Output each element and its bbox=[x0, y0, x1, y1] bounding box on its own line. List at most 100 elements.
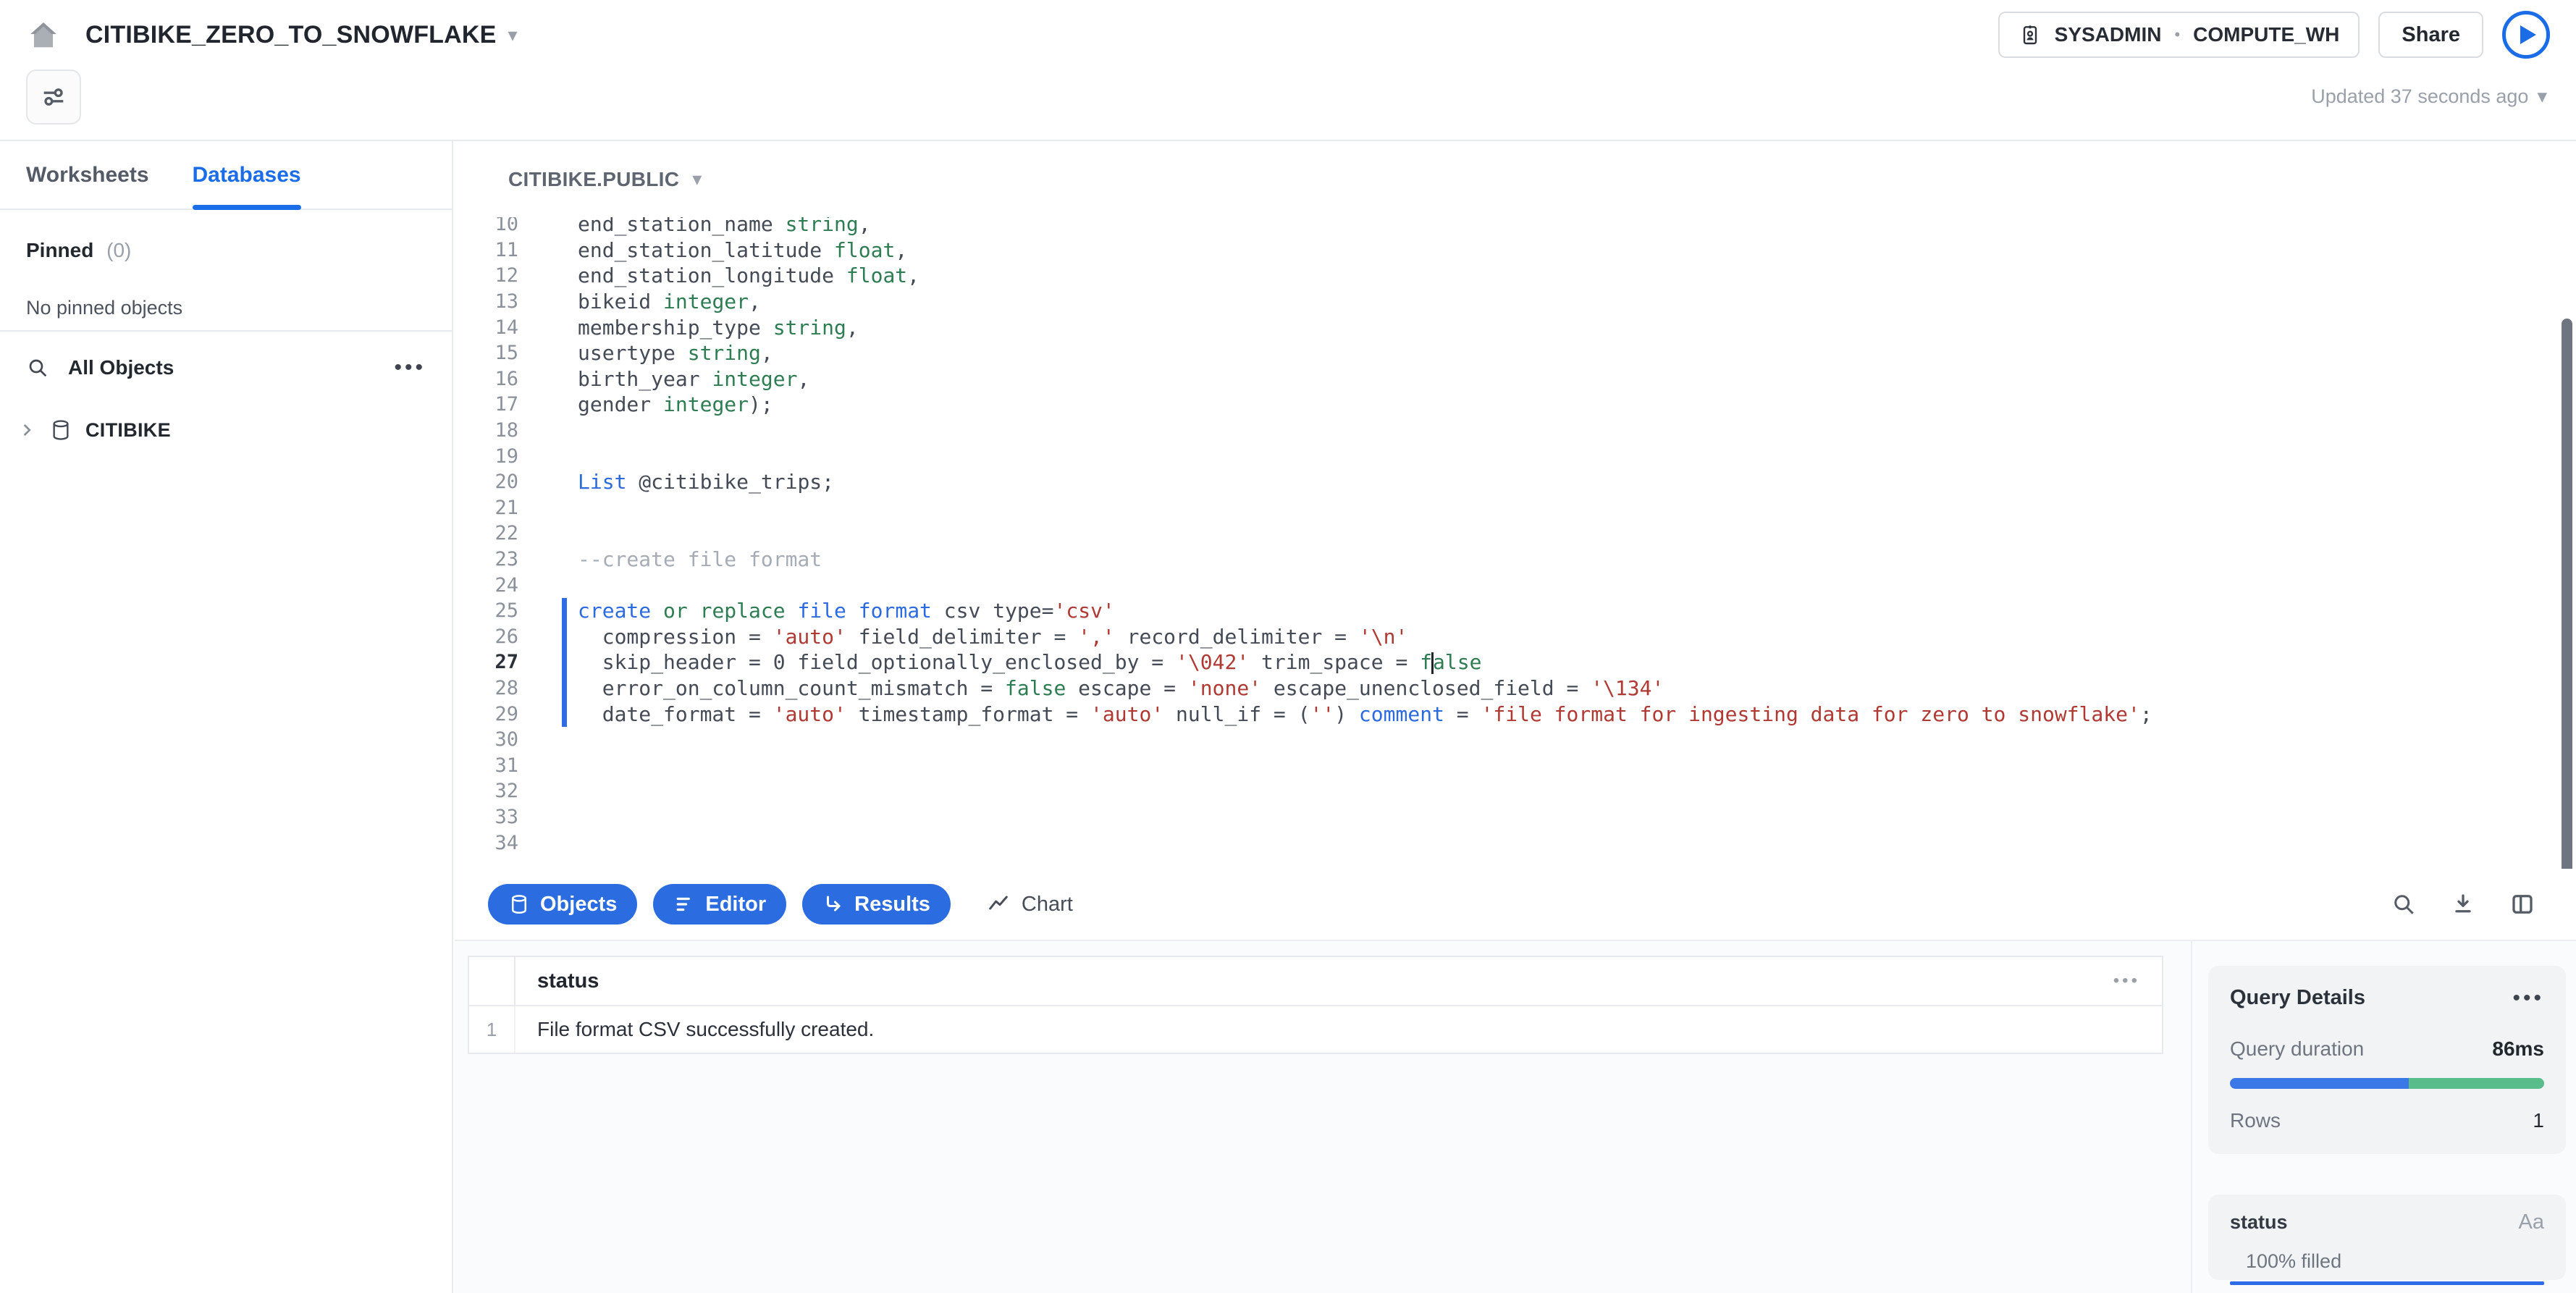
query-details-menu-icon[interactable]: ••• bbox=[2512, 995, 2544, 1002]
code-line[interactable]: 25create or replace file format csv type… bbox=[455, 598, 2576, 624]
pinned-label: Pinned bbox=[26, 239, 93, 261]
code-line[interactable]: 19 bbox=[455, 443, 2576, 469]
code-text: error_on_column_count_mismatch = false e… bbox=[578, 676, 1664, 700]
code-line[interactable]: 14membership_type string, bbox=[455, 314, 2576, 340]
code-text: end_station_latitude float, bbox=[578, 238, 907, 262]
duration-bar-blue bbox=[2230, 1078, 2409, 1089]
all-objects-menu-icon[interactable]: ••• bbox=[394, 364, 426, 371]
objects-button[interactable]: Objects bbox=[488, 884, 637, 925]
code-lines: 10end_station_name string,11 end_station_… bbox=[455, 217, 2576, 856]
code-line[interactable]: 31 bbox=[455, 752, 2576, 778]
share-button[interactable]: Share bbox=[2378, 12, 2483, 58]
sidebar: Worksheets Databases Pinned (0) No pinne… bbox=[0, 141, 453, 1293]
code-line[interactable]: 20List @citibike_trips; bbox=[455, 469, 2576, 495]
tab-databases[interactable]: Databases bbox=[193, 141, 301, 209]
editor-button[interactable]: Editor bbox=[653, 884, 786, 925]
code-line[interactable]: 13bikeid integer, bbox=[455, 289, 2576, 315]
role-label: SYSADMIN bbox=[2055, 23, 2162, 46]
worksheet-title: CITIBIKE_ZERO_TO_SNOWFLAKE bbox=[85, 21, 497, 49]
download-icon[interactable] bbox=[2450, 891, 2476, 917]
code-text: create or replace file format csv type='… bbox=[578, 599, 1115, 623]
chart-tab[interactable]: Chart bbox=[987, 893, 1073, 917]
tab-worksheets[interactable]: Worksheets bbox=[26, 141, 149, 209]
code-line[interactable]: 33 bbox=[455, 804, 2576, 830]
database-icon bbox=[49, 418, 72, 442]
search-results-icon[interactable] bbox=[2391, 891, 2417, 917]
code-line[interactable]: 16birth_year integer, bbox=[455, 366, 2576, 392]
updated-status[interactable]: Updated 37 seconds ago ▾ bbox=[2311, 85, 2547, 108]
code-text: end_station_longitude float, bbox=[578, 264, 919, 287]
code-line[interactable]: 29 date_format = 'auto' timestamp_format… bbox=[455, 701, 2576, 727]
all-objects-label: All Objects bbox=[68, 356, 174, 379]
code-line[interactable]: 22 bbox=[455, 521, 2576, 547]
results-button[interactable]: Results bbox=[802, 884, 951, 925]
home-button[interactable] bbox=[26, 17, 61, 52]
code-line[interactable]: 30 bbox=[455, 727, 2576, 753]
line-number: 29 bbox=[455, 703, 518, 725]
code-line[interactable]: 23--create file format bbox=[455, 547, 2576, 573]
code-line[interactable]: 27 skip_header = 0 field_optionally_encl… bbox=[455, 649, 2576, 675]
rows-value: 1 bbox=[2533, 1109, 2544, 1132]
split-pane-icon[interactable] bbox=[2509, 891, 2535, 917]
line-number: 34 bbox=[455, 832, 518, 854]
code-text: List @citibike_trips; bbox=[578, 470, 834, 494]
database-schema-selector[interactable]: CITIBIKE.PUBLIC ▾ bbox=[508, 168, 702, 191]
table-row[interactable]: 1 File format CSV successfully created. bbox=[469, 1006, 2162, 1053]
pinned-count: (0) bbox=[106, 239, 131, 261]
line-number: 28 bbox=[455, 677, 518, 699]
code-line[interactable]: 17gender integer); bbox=[455, 392, 2576, 418]
search-icon bbox=[26, 356, 49, 379]
line-number: 23 bbox=[455, 548, 518, 570]
fill-percentage-text: 100% filled bbox=[2230, 1250, 2544, 1273]
column-menu-icon[interactable]: ••• bbox=[2113, 977, 2140, 985]
code-line[interactable]: 24 bbox=[455, 572, 2576, 598]
results-area: status ••• 1 File format CSV successfull… bbox=[455, 941, 2191, 1293]
top-bar: CITIBIKE_ZERO_TO_SNOWFLAKE ▾ SYSADMIN • … bbox=[0, 0, 2576, 141]
filters-button[interactable] bbox=[26, 70, 81, 125]
line-number: 19 bbox=[455, 445, 518, 468]
query-details-title: Query Details bbox=[2230, 986, 2365, 1010]
chevron-right-icon bbox=[17, 421, 36, 439]
code-line[interactable]: 26 compression = 'auto' field_delimiter … bbox=[455, 624, 2576, 650]
sidebar-item-citibike-db[interactable]: CITIBIKE bbox=[0, 408, 452, 452]
results-toolbar: Objects Editor Results Chart bbox=[455, 869, 2576, 940]
context-separator: • bbox=[2174, 25, 2180, 44]
results-arrow-icon bbox=[822, 893, 844, 915]
line-number: 12 bbox=[455, 264, 518, 287]
results-table-header: status ••• bbox=[469, 957, 2162, 1006]
line-number: 32 bbox=[455, 780, 518, 802]
run-button[interactable] bbox=[2502, 11, 2550, 59]
query-details-panel: Query Details ••• Query duration 86ms Ro… bbox=[2191, 941, 2576, 1293]
code-line[interactable]: 12 end_station_longitude float, bbox=[455, 263, 2576, 289]
code-text: usertype string, bbox=[578, 341, 773, 365]
code-line[interactable]: 15usertype string, bbox=[455, 340, 2576, 366]
play-icon bbox=[2520, 25, 2536, 44]
code-line[interactable]: 10end_station_name string, bbox=[455, 217, 2576, 237]
code-line[interactable]: 21 bbox=[455, 495, 2576, 521]
status-column-header[interactable]: status ••• bbox=[515, 957, 2162, 1005]
code-line[interactable]: 34 bbox=[455, 830, 2576, 856]
code-text: compression = 'auto' field_delimiter = '… bbox=[578, 625, 1407, 649]
status-column-card[interactable]: status Aa 100% filled bbox=[2208, 1195, 2566, 1280]
editor-scrollbar[interactable] bbox=[2562, 319, 2572, 938]
updated-text: Updated 37 seconds ago bbox=[2311, 85, 2528, 108]
query-details-card: Query Details ••• Query duration 86ms Ro… bbox=[2208, 966, 2566, 1154]
objects-button-label: Objects bbox=[540, 893, 617, 917]
line-number: 11 bbox=[455, 239, 518, 261]
code-line[interactable]: 28 error_on_column_count_mismatch = fals… bbox=[455, 675, 2576, 702]
code-line[interactable]: 11 end_station_latitude float, bbox=[455, 237, 2576, 264]
code-line[interactable]: 32 bbox=[455, 778, 2576, 804]
line-number: 10 bbox=[455, 217, 518, 235]
status-cell: File format CSV successfully created. bbox=[515, 1006, 2162, 1053]
code-text: birth_year integer, bbox=[578, 367, 809, 391]
context-selector[interactable]: SYSADMIN • COMPUTE_WH bbox=[1998, 12, 2360, 58]
duration-bar-green bbox=[2409, 1078, 2544, 1089]
worksheet-title-caret-icon[interactable]: ▾ bbox=[508, 24, 518, 46]
code-line[interactable]: 18 bbox=[455, 418, 2576, 444]
database-name: CITIBIKE bbox=[85, 419, 171, 442]
editor-header: CITIBIKE.PUBLIC ▾ bbox=[455, 141, 2576, 217]
sql-editor[interactable]: 10end_station_name string,11 end_station_… bbox=[455, 217, 2576, 869]
all-objects-row[interactable]: All Objects ••• bbox=[0, 332, 452, 379]
rows-label: Rows bbox=[2230, 1109, 2281, 1132]
role-badge-icon bbox=[2019, 23, 2042, 46]
